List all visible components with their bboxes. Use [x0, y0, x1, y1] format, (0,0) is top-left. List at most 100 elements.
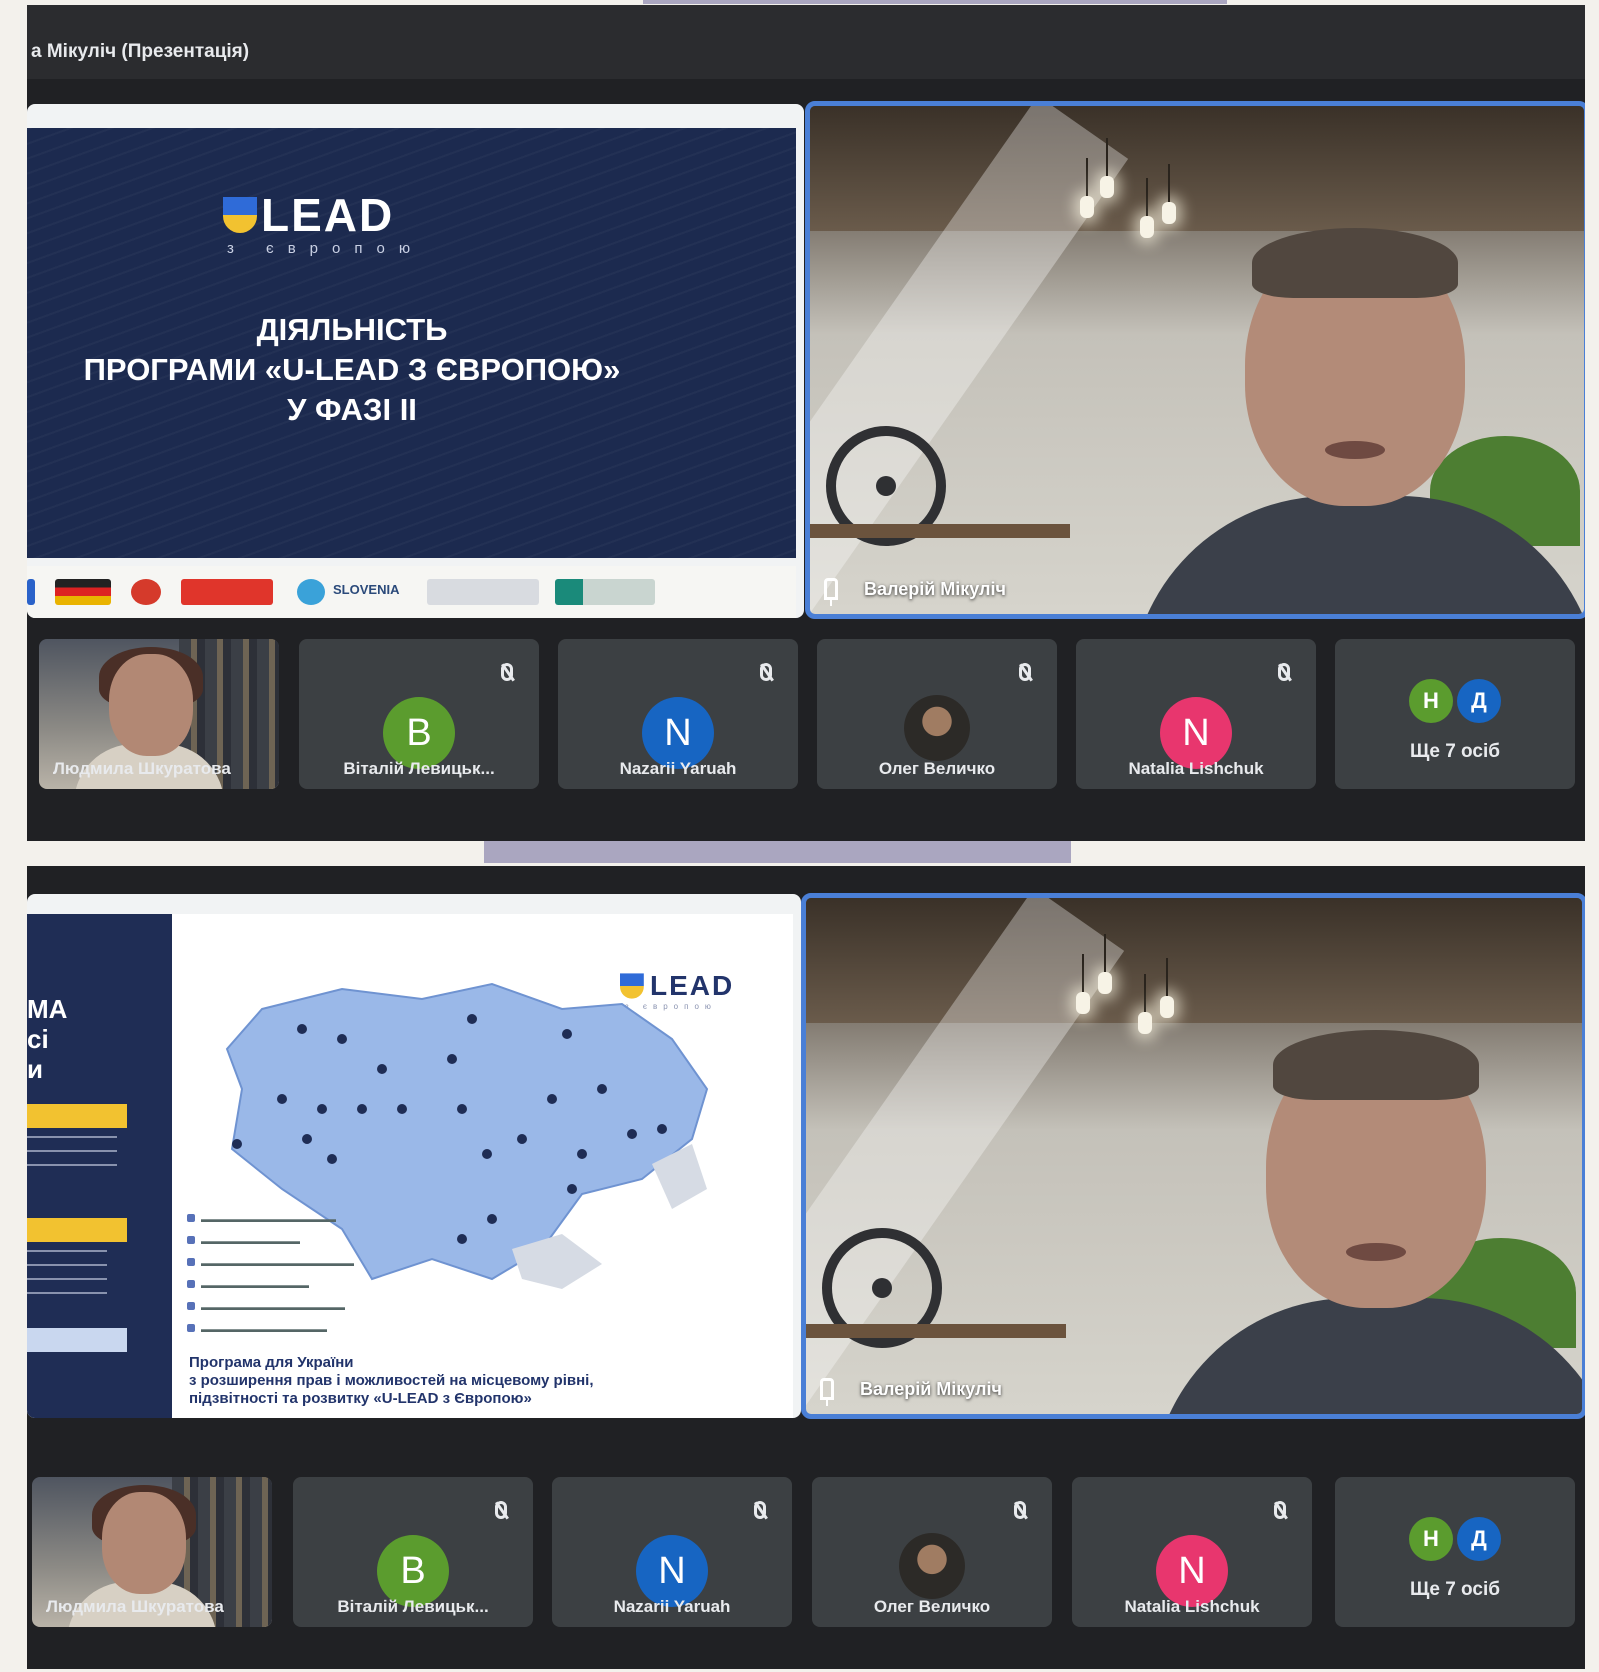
map-marker: [297, 1024, 307, 1034]
mini-avatar: Д: [1457, 1517, 1501, 1561]
speaker-name: Валерій Мікуліч: [860, 1378, 1002, 1399]
sidebar-yellow-bar: [27, 1104, 127, 1128]
mic-off-icon: [495, 1501, 507, 1519]
logo-text: LEAD: [261, 189, 395, 241]
pin-icon[interactable]: [824, 578, 838, 606]
map-marker: [302, 1134, 312, 1144]
more-participants-tile[interactable]: Н Д Ще 7 осіб: [1335, 1477, 1575, 1627]
shelf: [810, 524, 1070, 538]
participant-tile[interactable]: Олег Величко: [817, 639, 1057, 789]
mini-avatar: Н: [1409, 679, 1453, 723]
partner-logo-eu: [27, 579, 35, 605]
lamp-icon: [1160, 958, 1174, 1018]
participant-tile[interactable]: N Natalia Lishchuk: [1076, 639, 1316, 789]
logo-subtitle: з європою: [227, 240, 425, 257]
mic-off-icon: [1014, 1501, 1026, 1519]
map-marker: [467, 1014, 477, 1024]
mic-off-icon: [501, 663, 513, 681]
map-marker: [517, 1134, 527, 1144]
participant-tile[interactable]: N Natalia Lishchuk: [1072, 1477, 1312, 1627]
participant-name: Людмила Шкуратова: [53, 759, 231, 778]
map-marker: [657, 1124, 667, 1134]
meeting-title: а Мікуліч (Презентація): [31, 41, 250, 62]
meeting-screenshot-1: а Мікуліч (Презентація) LEAD з європою Д…: [27, 5, 1585, 841]
map-legend-item: ▬▬▬▬▬▬▬▬▬▬▬: [187, 1236, 300, 1246]
slide-title-page: LEAD з європою ДІЯЛЬНІСТЬ ПРОГРАМИ «U-LE…: [27, 128, 796, 558]
presentation-tile[interactable]: LEAD з європою ДІЯЛЬНІСТЬ ПРОГРАМИ «U-LE…: [27, 104, 804, 618]
map-marker: [277, 1094, 287, 1104]
sidebar-yellow-bar: [27, 1218, 127, 1242]
map-marker: [337, 1034, 347, 1044]
participant-name: Олег Величко: [878, 759, 996, 778]
avatar-photo: [899, 1533, 965, 1599]
avatar-photo: [904, 695, 970, 761]
participant-tile[interactable]: Людмила Шкуратова: [32, 1477, 272, 1627]
meeting-header: а Мікуліч (Презентація): [27, 5, 1585, 79]
speaker-name-tag: Валерій Мікуліч: [824, 578, 1006, 606]
mic-off-icon: [1278, 663, 1290, 681]
more-participants-tile[interactable]: Н Д Ще 7 осіб: [1335, 639, 1575, 789]
map-marker: [447, 1054, 457, 1064]
map-marker: [377, 1064, 387, 1074]
slide-title-line-3: У ФАЗІ ІІ: [287, 392, 417, 427]
participant-tile[interactable]: Олег Величко: [812, 1477, 1052, 1627]
participant-name: Nazarii Yaruah: [619, 759, 737, 778]
partner-logo-teal: [555, 579, 655, 605]
participant-tile[interactable]: Людмила Шкуратова: [39, 639, 279, 789]
mini-avatars: Н Д: [1409, 1517, 1501, 1561]
mini-avatar: Н: [1409, 1517, 1453, 1561]
map-marker: [317, 1104, 327, 1114]
participant-tray: Людмила Шкуратова В Віталій Левицьк... N…: [39, 639, 1585, 789]
map-marker: [487, 1214, 497, 1224]
map-legend-item: ▬▬▬▬▬▬▬▬▬▬▬▬▬▬▬: [187, 1214, 336, 1224]
lamp-icon: [1138, 974, 1152, 1034]
shelf: [806, 1324, 1066, 1338]
map-marker: [232, 1139, 242, 1149]
mic-off-icon: [1019, 663, 1031, 681]
partner-logo-germany: [55, 579, 111, 605]
speaker-name-tag: Валерій Мікуліч: [820, 1378, 1002, 1406]
lamp-icon: [1098, 934, 1112, 994]
map-marker: [627, 1129, 637, 1139]
partner-slovenia: SLOVENIA: [333, 582, 400, 597]
participant-tile[interactable]: N Nazarii Yaruah: [552, 1477, 792, 1627]
participant-tile[interactable]: N Nazarii Yaruah: [558, 639, 798, 789]
caption-line-3: підзвітності та розвитку «U-LEAD з Європ…: [189, 1390, 532, 1407]
sidebar-light-bar: [27, 1328, 127, 1352]
lamp-icon: [1076, 954, 1090, 1014]
partner-logo-ministry: [427, 579, 539, 605]
participant-name: Natalia Lishchuk: [1128, 759, 1264, 778]
participant-name: Людмила Шкуратова: [46, 1597, 224, 1616]
participant-name: Natalia Lishchuk: [1124, 1597, 1260, 1616]
lamp-icon: [1080, 158, 1094, 218]
participant-name: Віталій Левицьк...: [343, 759, 495, 778]
pin-icon[interactable]: [820, 1378, 834, 1406]
mini-avatars: Н Д: [1409, 679, 1501, 723]
slide-title: ДІЯЛЬНІСТЬ ПРОГРАМИ «U-LEAD З ЄВРОПОЮ» У…: [27, 310, 697, 430]
map-legend-item: ▬▬▬▬▬▬▬▬▬▬▬▬▬▬: [187, 1324, 327, 1334]
sidebar-text: и: [27, 1054, 43, 1084]
partner-logos-strip: SLOVENIA: [27, 566, 796, 618]
caption-line-1: Програма для України: [189, 1354, 354, 1371]
presentation-tile[interactable]: МА сі и LEAD з європою ▬▬▬▬▬▬▬▬▬▬▬▬▬▬▬ ▬…: [27, 894, 801, 1418]
partner-logo-slovenia-icon: [297, 579, 325, 605]
speaker-video-tile[interactable]: Валерій Мікуліч: [805, 101, 1585, 619]
map-marker: [457, 1234, 467, 1244]
speaker-video-tile[interactable]: Валерій Мікуліч: [801, 893, 1585, 1419]
participant-name: Віталій Левицьк...: [337, 1597, 489, 1616]
ceiling: [806, 898, 1582, 1023]
ceiling: [810, 106, 1584, 231]
slide-title-line-2: ПРОГРАМИ «U-LEAD З ЄВРОПОЮ»: [83, 352, 621, 387]
map-marker: [482, 1149, 492, 1159]
map-marker: [597, 1084, 607, 1094]
mic-off-icon: [754, 1501, 766, 1519]
ulead-logo: LEAD: [223, 188, 394, 242]
slide-caption: Програма для України з розширення прав і…: [189, 1354, 594, 1408]
map-legend-item: ▬▬▬▬▬▬▬▬▬▬▬▬: [187, 1280, 309, 1290]
ulead-logo-u-icon: [223, 197, 257, 233]
meeting-screenshot-2: МА сі и LEAD з європою ▬▬▬▬▬▬▬▬▬▬▬▬▬▬▬ ▬…: [27, 866, 1585, 1669]
participant-tile[interactable]: В Віталій Левицьк...: [293, 1477, 533, 1627]
participant-tile[interactable]: В Віталій Левицьк...: [299, 639, 539, 789]
lamp-icon: [1140, 178, 1154, 238]
sidebar-text: МА: [27, 994, 68, 1024]
